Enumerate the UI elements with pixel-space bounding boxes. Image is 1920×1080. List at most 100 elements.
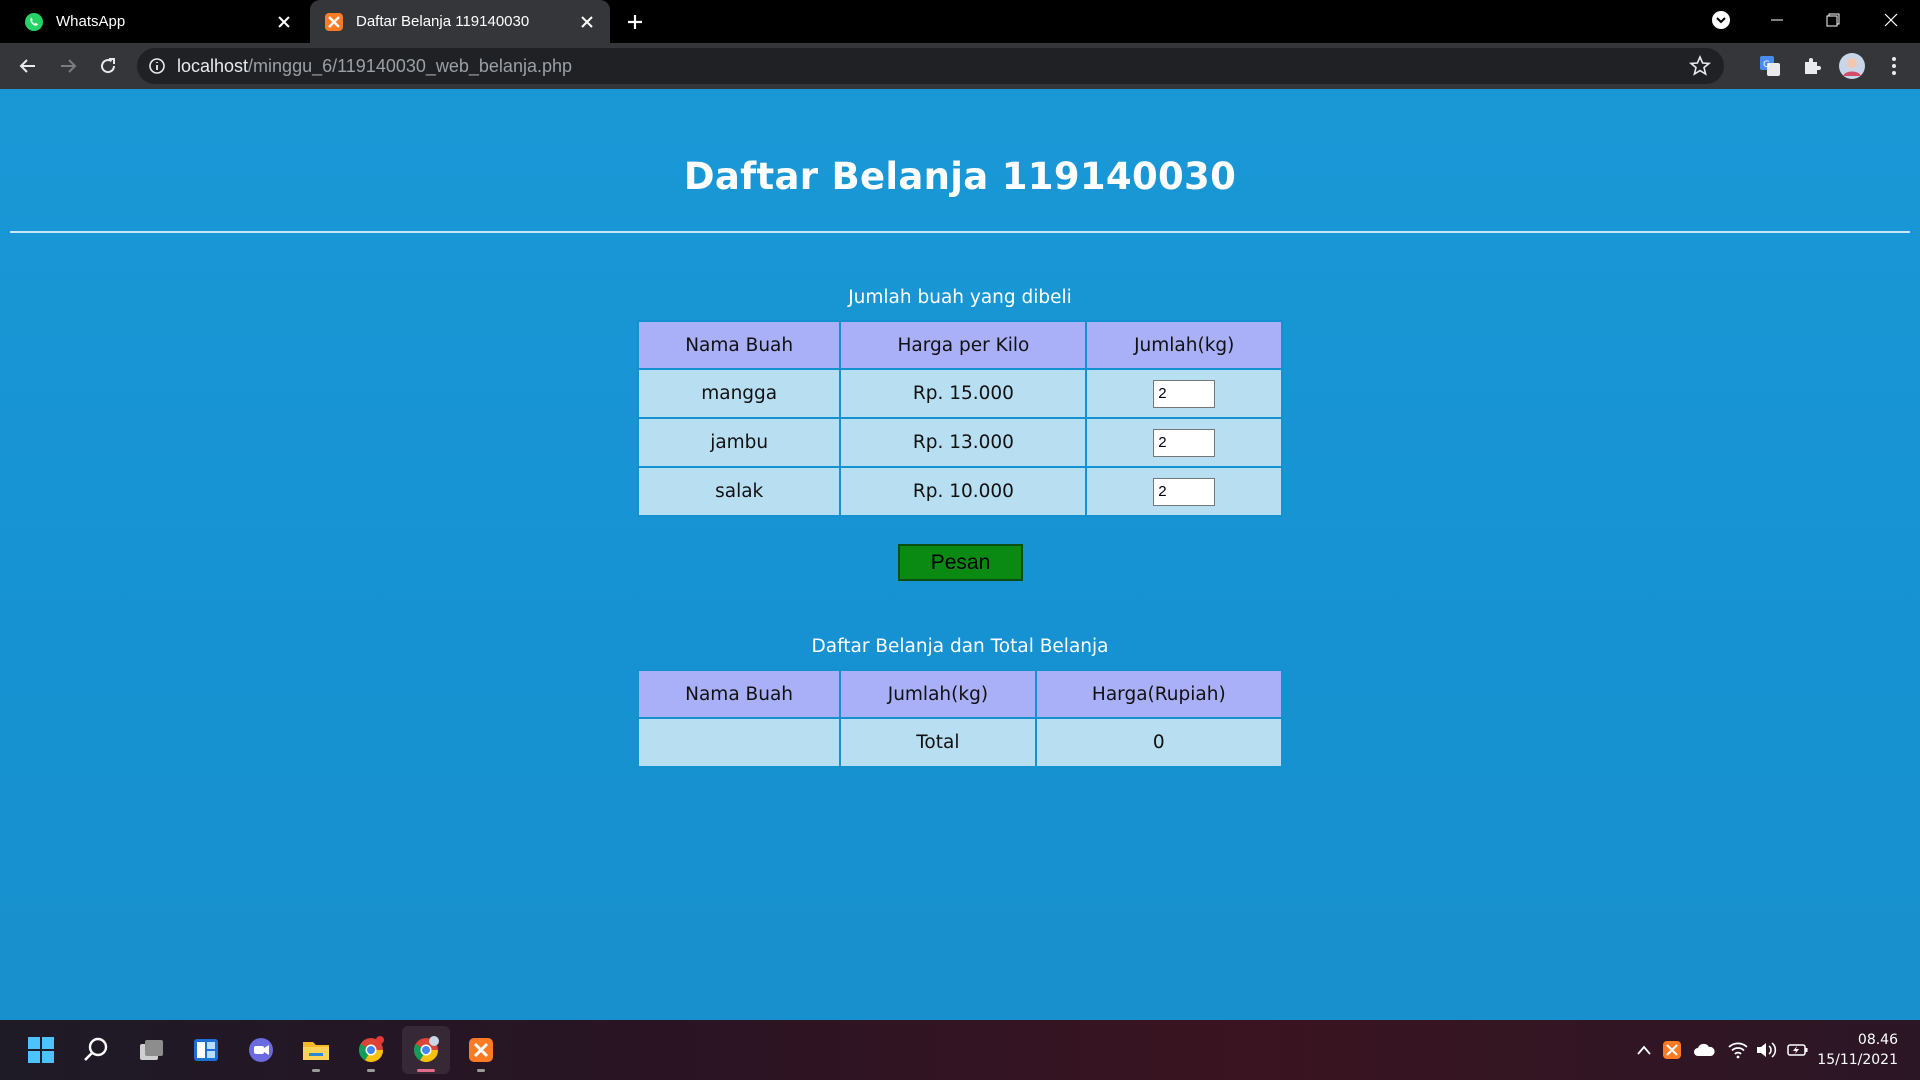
- chat-icon: [249, 1038, 273, 1062]
- browser-tab-strip: WhatsApp Daftar Belanja 119140030: [0, 0, 1920, 43]
- purchase-form-table: Nama Buah Harga per Kilo Jumlah(kg) mang…: [637, 320, 1283, 517]
- task-view-button[interactable]: [127, 1026, 175, 1074]
- browser-toolbar: localhost/minggu_6/119140030_web_belanja…: [0, 43, 1920, 89]
- form-table-caption: Jumlah buah yang dibeli: [848, 287, 1072, 308]
- reload-button[interactable]: [92, 50, 124, 82]
- arrow-right-icon: [61, 59, 77, 73]
- whatsapp-icon: [25, 12, 43, 31]
- quantity-input-jambu[interactable]: 2: [1153, 428, 1216, 457]
- quantity-cell: 2: [1087, 468, 1281, 515]
- page-viewport: Daftar Belanja 119140030 Jumlah buah yan…: [0, 89, 1920, 1020]
- tab-search-button[interactable]: [1696, 0, 1746, 40]
- teams-chat-button[interactable]: [237, 1026, 285, 1074]
- folder-icon: [303, 1042, 329, 1060]
- tab-whatsapp[interactable]: WhatsApp: [0, 0, 307, 43]
- xampp-button[interactable]: [457, 1026, 505, 1074]
- plus-icon: [628, 15, 642, 29]
- chrome-icon: [358, 1036, 384, 1063]
- column-header: Jumlah(kg): [1087, 322, 1281, 368]
- start-button[interactable]: [17, 1026, 65, 1074]
- quantity-input-mangga[interactable]: 2: [1153, 379, 1216, 408]
- wifi-icon: [1728, 1042, 1748, 1059]
- total-label: Total: [841, 719, 1035, 766]
- column-header: Nama Buah: [639, 671, 840, 717]
- taskbar-search-button[interactable]: [72, 1026, 120, 1074]
- windows-logo-icon: [28, 1037, 54, 1063]
- tray-xampp[interactable]: [1660, 1038, 1684, 1062]
- battery-charging-icon: [1787, 1044, 1808, 1056]
- taskbar-clock[interactable]: 08.46 15/11/2021: [1817, 1030, 1898, 1070]
- new-tab-button[interactable]: [620, 7, 650, 37]
- tab-title: WhatsApp: [56, 13, 126, 30]
- pesan-button[interactable]: Pesan: [898, 544, 1023, 581]
- tab-daftar-belanja[interactable]: Daftar Belanja 119140030: [310, 0, 610, 43]
- translate-icon: G: [1760, 56, 1780, 76]
- file-explorer-button[interactable]: [292, 1026, 340, 1074]
- table-row: jambu Rp. 13.000 2: [639, 419, 1281, 466]
- tray-battery[interactable]: [1786, 1038, 1810, 1062]
- result-table-caption: Daftar Belanja dan Total Belanja: [811, 636, 1109, 657]
- xampp-icon: [325, 12, 343, 31]
- url-path: /minggu_6/119140030_web_belanja.php: [248, 56, 572, 76]
- address-bar[interactable]: localhost/minggu_6/119140030_web_belanja…: [137, 48, 1724, 84]
- quantity-cell: 2: [1087, 419, 1281, 466]
- price-cell: Rp. 10.000: [841, 468, 1086, 515]
- show-hidden-icons-button[interactable]: [1632, 1038, 1656, 1062]
- chevron-down-circle-icon: [1712, 11, 1730, 29]
- tray-wifi[interactable]: [1726, 1038, 1750, 1062]
- info-icon[interactable]: [147, 56, 167, 76]
- total-row: Total 0: [639, 719, 1281, 766]
- widgets-icon: [194, 1039, 218, 1061]
- bookmark-star-icon[interactable]: [1688, 54, 1712, 78]
- price-cell: Rp. 13.000: [841, 419, 1086, 466]
- back-button[interactable]: [12, 50, 44, 82]
- speaker-icon: [1757, 1042, 1777, 1058]
- running-indicator: [477, 1069, 485, 1072]
- shopping-result-table: Nama Buah Jumlah(kg) Harga(Rupiah) Total…: [637, 669, 1283, 768]
- chrome-icon: [413, 1036, 439, 1063]
- quantity-cell: 2: [1087, 370, 1281, 417]
- tray-onedrive[interactable]: [1692, 1038, 1716, 1062]
- column-header: Harga per Kilo: [841, 322, 1086, 368]
- svg-text:G: G: [1763, 60, 1770, 70]
- profile-button[interactable]: [1838, 52, 1866, 80]
- task-view-icon: [140, 1040, 163, 1060]
- clock-date: 15/11/2021: [1817, 1052, 1898, 1068]
- restore-icon: [1826, 13, 1840, 27]
- page-title: Daftar Belanja 119140030: [683, 155, 1237, 198]
- avatar: [1839, 53, 1865, 79]
- search-icon: [84, 1037, 108, 1061]
- close-tab-icon[interactable]: [572, 7, 602, 37]
- widgets-button[interactable]: [182, 1026, 230, 1074]
- fruit-name-cell: jambu: [639, 419, 840, 466]
- column-header: Harga(Rupiah): [1036, 671, 1281, 717]
- url-text: localhost/minggu_6/119140030_web_belanja…: [177, 48, 572, 84]
- column-header: Nama Buah: [639, 322, 840, 368]
- running-indicator: [367, 1069, 375, 1072]
- browser-menu-button[interactable]: [1880, 52, 1908, 80]
- close-icon: [1884, 13, 1898, 27]
- fruit-name-cell: [639, 719, 840, 766]
- table-row: mangga Rp. 15.000 2: [639, 370, 1281, 417]
- chrome-button[interactable]: [347, 1026, 395, 1074]
- translate-extension[interactable]: G: [1756, 52, 1784, 80]
- minimize-button[interactable]: [1752, 0, 1802, 40]
- column-header: Jumlah(kg): [841, 671, 1035, 717]
- table-row: salak Rp. 10.000 2: [639, 468, 1281, 515]
- chrome-profile-button[interactable]: [402, 1026, 450, 1074]
- total-value: 0: [1036, 719, 1281, 766]
- running-indicator: [312, 1069, 320, 1072]
- forward-button[interactable]: [52, 50, 84, 82]
- restore-button[interactable]: [1808, 0, 1858, 40]
- extensions-button[interactable]: [1798, 52, 1826, 80]
- puzzle-icon: [1805, 58, 1821, 74]
- close-window-button[interactable]: [1866, 0, 1916, 40]
- more-vert-icon: [1892, 57, 1896, 75]
- tray-volume[interactable]: [1754, 1038, 1778, 1062]
- xampp-icon: [1663, 1041, 1681, 1059]
- close-tab-icon[interactable]: [269, 7, 299, 37]
- cloud-icon: [1694, 1043, 1715, 1056]
- table-header-row: Nama Buah Jumlah(kg) Harga(Rupiah): [639, 671, 1281, 717]
- quantity-input-salak[interactable]: 2: [1153, 477, 1216, 506]
- tab-title: Daftar Belanja 119140030: [356, 13, 530, 30]
